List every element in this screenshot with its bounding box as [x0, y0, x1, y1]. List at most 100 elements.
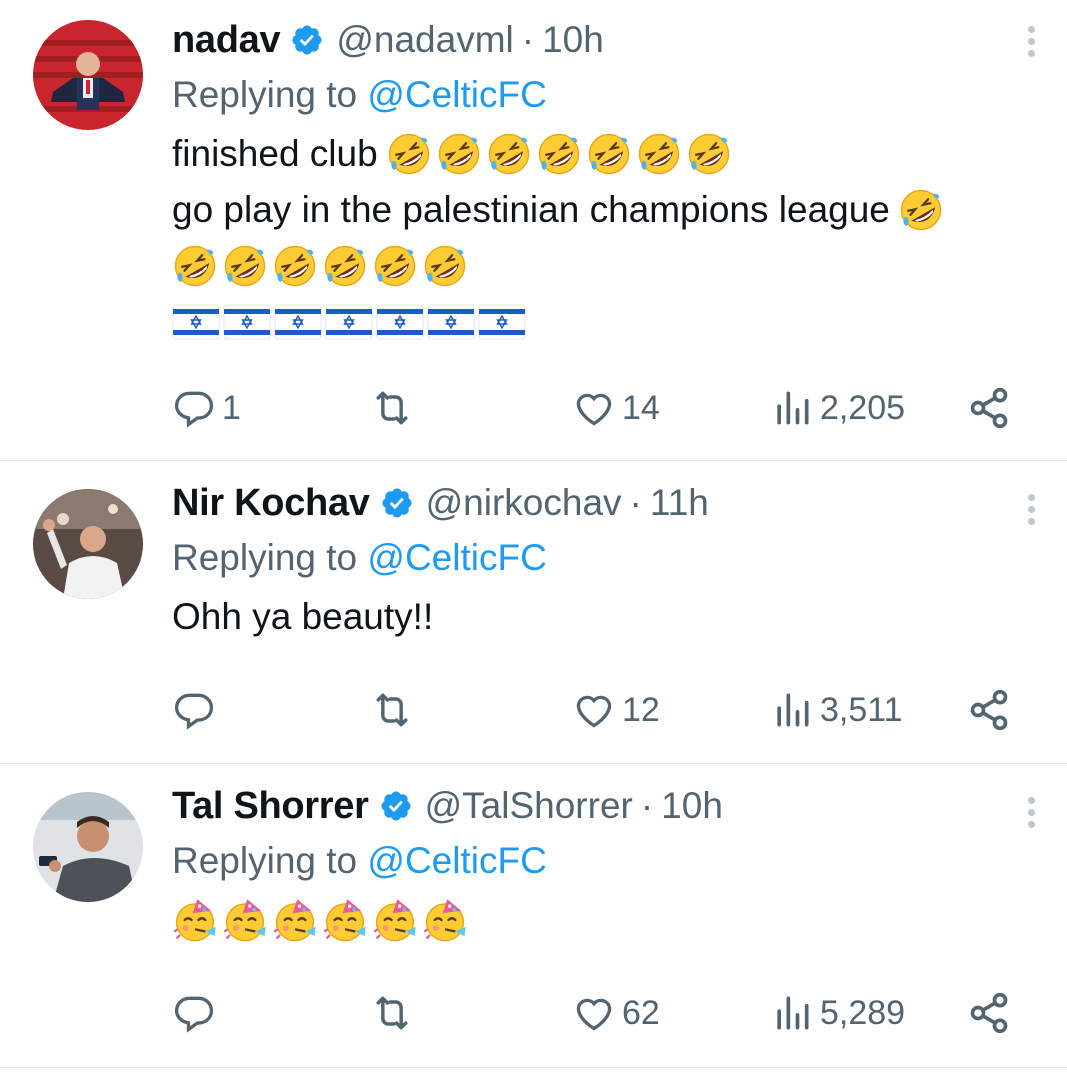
mention-link[interactable]: @CelticFC — [367, 74, 546, 115]
views-button[interactable]: 3,511 — [770, 685, 903, 735]
author-handle[interactable]: @nirkochav — [426, 482, 622, 524]
israel-flag-icon — [172, 304, 220, 340]
tweet[interactable]: Nir Kochav @nirkochav · 11h Replying to … — [0, 461, 1067, 764]
views-icon — [770, 688, 814, 732]
like-button[interactable]: 62 — [572, 988, 660, 1038]
author-handle[interactable]: @TalShorrer — [425, 785, 633, 827]
avatar[interactable] — [33, 489, 143, 599]
like-icon — [572, 688, 616, 732]
emoji-group — [172, 892, 1047, 948]
rofl-emoji — [322, 243, 368, 289]
tweet-text-line: go play in the palestinian champions lea… — [172, 189, 890, 230]
rofl-emoji — [422, 243, 468, 289]
israel-flag-icon — [325, 304, 373, 340]
views-icon — [770, 991, 814, 1035]
share-icon — [967, 386, 1011, 430]
flag-group — [172, 294, 1047, 350]
like-icon — [572, 991, 616, 1035]
share-button[interactable] — [967, 988, 1011, 1038]
verified-badge-icon — [379, 789, 413, 823]
reply-button[interactable]: 1 — [172, 383, 241, 433]
rofl-emoji — [222, 243, 268, 289]
views-button[interactable]: 2,205 — [770, 383, 905, 433]
israel-flag-icon — [223, 304, 271, 340]
tweet-text: finished club go play in the palestinian… — [172, 126, 1047, 350]
retweet-button[interactable] — [370, 685, 414, 735]
author-name[interactable]: nadav — [172, 19, 281, 62]
israel-flag-icon — [274, 304, 322, 340]
rofl-emoji — [372, 243, 418, 289]
rofl-emoji — [636, 131, 682, 177]
like-count: 14 — [622, 388, 660, 427]
tweet[interactable]: nadav @nadavml · 10h Replying to @Celtic… — [0, 0, 1067, 461]
timestamp[interactable]: 11h — [650, 482, 709, 524]
israel-flag-icon — [478, 304, 526, 340]
retweet-icon — [370, 386, 414, 430]
reply-icon — [172, 991, 216, 1035]
like-button[interactable]: 14 — [572, 383, 660, 433]
view-count: 3,511 — [820, 690, 903, 729]
partying-face-emoji — [372, 897, 418, 943]
like-count: 12 — [622, 690, 660, 729]
partying-face-emoji — [422, 897, 468, 943]
separator-dot: · — [521, 19, 535, 60]
retweet-button[interactable] — [370, 988, 414, 1038]
partying-face-emoji — [322, 897, 368, 943]
rofl-emoji — [386, 131, 432, 177]
replying-to: Replying to @CelticFC — [172, 533, 1047, 583]
avatar[interactable] — [33, 20, 143, 130]
avatar[interactable] — [33, 792, 143, 902]
reply-icon — [172, 688, 216, 732]
separator-dot: · — [629, 482, 642, 523]
like-icon — [572, 386, 616, 430]
share-icon — [967, 688, 1011, 732]
retweet-button[interactable] — [370, 383, 414, 433]
share-button[interactable] — [967, 685, 1011, 735]
more-options-icon[interactable] — [1025, 494, 1037, 530]
rofl-emoji — [436, 131, 482, 177]
replying-to-label: Replying to — [172, 840, 358, 881]
reply-button[interactable] — [172, 988, 216, 1038]
tweet-text: Ohh ya beauty!! — [172, 589, 1047, 645]
partying-face-emoji — [222, 897, 268, 943]
emoji-group — [386, 131, 732, 177]
emoji-group — [172, 238, 1047, 294]
views-button[interactable]: 5,289 — [770, 988, 905, 1038]
tweet[interactable]: Tal Shorrer @TalShorrer · 10h Replying t… — [0, 764, 1067, 1068]
like-button[interactable]: 12 — [572, 685, 660, 735]
rofl-emoji — [898, 187, 944, 233]
retweet-icon — [370, 991, 414, 1035]
more-options-icon[interactable] — [1025, 26, 1037, 62]
retweet-icon — [370, 688, 414, 732]
reply-button[interactable] — [172, 685, 216, 735]
rofl-emoji — [172, 243, 218, 289]
view-count: 5,289 — [820, 993, 906, 1032]
share-button[interactable] — [967, 383, 1011, 433]
replying-to-label: Replying to — [172, 537, 358, 578]
view-count: 2,205 — [820, 388, 906, 427]
rofl-emoji — [272, 243, 318, 289]
replying-to: Replying to @CelticFC — [172, 836, 1047, 886]
rofl-emoji — [536, 131, 582, 177]
rofl-emoji — [686, 131, 732, 177]
separator-dot: · — [640, 785, 654, 826]
reply-icon — [172, 386, 216, 430]
partying-face-emoji — [172, 897, 218, 943]
more-options-icon[interactable] — [1025, 797, 1037, 833]
author-handle[interactable]: @nadavml — [336, 19, 513, 61]
mention-link[interactable]: @CelticFC — [367, 840, 546, 881]
author-name[interactable]: Tal Shorrer — [172, 785, 369, 828]
replying-to: Replying to @CelticFC — [172, 70, 1047, 120]
share-icon — [967, 991, 1011, 1035]
timestamp[interactable]: 10h — [542, 19, 604, 61]
israel-flag-icon — [376, 304, 424, 340]
verified-badge-icon — [380, 486, 414, 520]
rofl-emoji — [486, 131, 532, 177]
tweet-text-line: Ohh ya beauty!! — [172, 596, 434, 637]
mention-link[interactable]: @CelticFC — [367, 537, 546, 578]
rofl-emoji — [586, 131, 632, 177]
like-count: 62 — [622, 993, 660, 1032]
author-name[interactable]: Nir Kochav — [172, 482, 370, 525]
verified-badge-icon — [290, 23, 324, 57]
timestamp[interactable]: 10h — [661, 785, 723, 827]
